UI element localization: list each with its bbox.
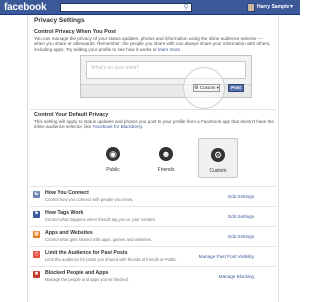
row-limit-past-posts: ◴ Limit the Audience for Past Posts Limi… — [30, 246, 276, 265]
gear-icon: ⚙ — [194, 85, 199, 91]
gear-icon: ⚙ — [211, 148, 225, 162]
default-privacy-custom[interactable]: ⚙ Custom — [198, 138, 238, 178]
block-icon: ✖ — [33, 271, 40, 278]
control-when-post-description: You can manage the privacy of your statu… — [34, 36, 271, 52]
default-privacy-description: This setting will apply to status update… — [34, 119, 274, 130]
facebook-logo[interactable]: facebook — [4, 2, 47, 13]
clock-icon: ◴ — [33, 251, 40, 258]
control-when-post-heading: Control Privacy When You Post — [34, 29, 117, 35]
user-name-link[interactable]: Harry Sample — [257, 4, 289, 10]
post-button[interactable]: Post — [228, 84, 244, 92]
friends-icon: ☻ — [159, 147, 173, 161]
search-input[interactable]: ⚲ — [60, 3, 192, 12]
avatar[interactable] — [247, 3, 255, 12]
divider — [30, 109, 276, 110]
row-how-tags-work: ⚑ How Tags Work Control what happens whe… — [30, 206, 276, 225]
row-blocked-people: ✖ Blocked People and Apps Manage the peo… — [30, 266, 276, 285]
manage-blocking-link[interactable]: Manage Blocking — [219, 274, 254, 279]
row-how-you-connect: ☯ How You Connect Control how you connec… — [30, 186, 276, 205]
learn-more-link[interactable]: learn more — [158, 47, 180, 52]
search-icon[interactable]: ⚲ — [182, 3, 190, 12]
edit-settings-link[interactable]: Edit Settings — [228, 234, 254, 239]
manage-past-post-visibility-link[interactable]: Manage Past Post Visibility — [199, 254, 254, 259]
status-composer-preview: What's on your mind? — [80, 55, 252, 98]
edit-settings-link[interactable]: Edit Settings — [228, 214, 254, 219]
default-privacy-public[interactable]: ◉ Public — [93, 138, 133, 178]
default-privacy-friends[interactable]: ☻ Friends — [146, 138, 186, 178]
account-menu-icon[interactable]: ▾ — [290, 3, 293, 10]
facebook-for-blackberry-link[interactable]: Facebook for Blackberry — [92, 124, 141, 129]
composer-toolbar — [81, 84, 251, 97]
top-bar: facebook ⚲ Harry Sample ▾ — [0, 0, 300, 15]
default-privacy-heading: Control Your Default Privacy — [34, 112, 109, 118]
tag-icon: ⚑ — [33, 211, 40, 218]
row-apps-and-websites: ▦ Apps and Websites Control what gets sh… — [30, 226, 276, 245]
globe-icon: ◉ — [106, 147, 120, 161]
edit-settings-link[interactable]: Edit Settings — [228, 194, 254, 199]
people-icon: ☯ — [33, 191, 40, 198]
audience-selector-button[interactable]: ⚙ Custom ▾ — [193, 84, 220, 92]
page-title: Privacy Settings — [34, 17, 85, 24]
apps-icon: ▦ — [33, 231, 40, 238]
